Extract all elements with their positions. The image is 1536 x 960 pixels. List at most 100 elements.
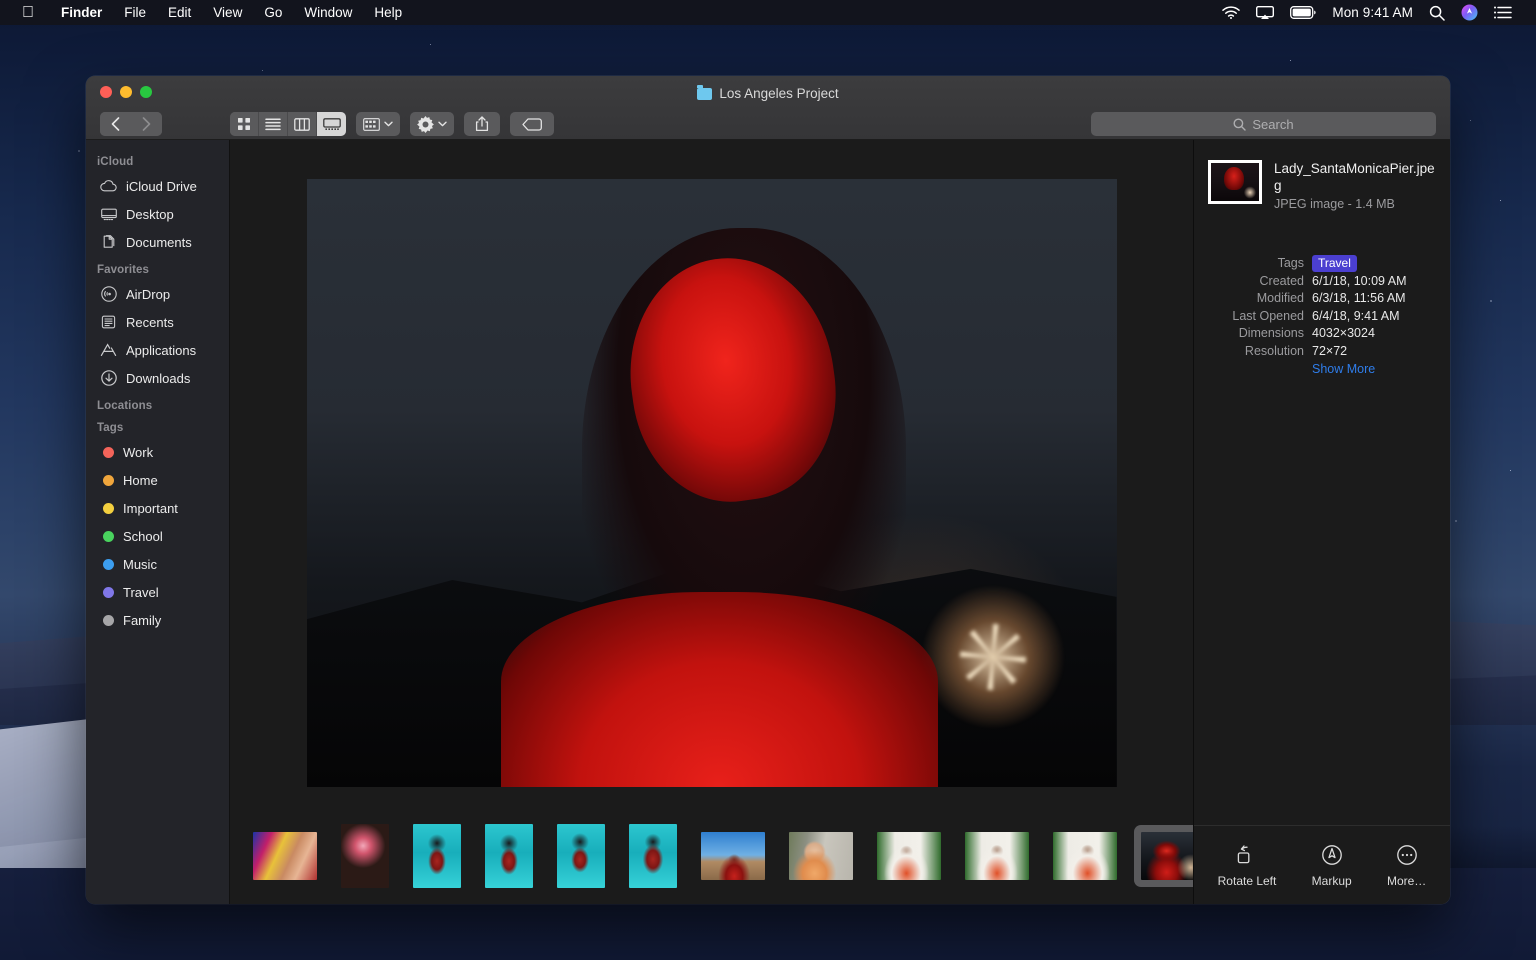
- gallery-view-button[interactable]: [317, 112, 346, 136]
- sidebar-item-documents[interactable]: Documents: [86, 228, 229, 256]
- sidebar-item-airdrop[interactable]: AirDrop: [86, 280, 229, 308]
- column-view-button[interactable]: [288, 112, 317, 136]
- menu-item-edit[interactable]: Edit: [157, 0, 202, 25]
- menu-item-go[interactable]: Go: [253, 0, 293, 25]
- share-button[interactable]: [464, 112, 500, 136]
- thumbnail-12[interactable]: [1141, 832, 1193, 880]
- navigation-buttons: [100, 112, 162, 136]
- rotate-left-icon: [1235, 843, 1259, 867]
- sidebar[interactable]: iCloud iCloud Drive Desktop: [86, 140, 230, 904]
- thumbnail-8[interactable]: [789, 832, 853, 880]
- group-icon: [363, 118, 380, 131]
- filmstrip-thumbnail[interactable]: [246, 825, 324, 887]
- sidebar-item-applications[interactable]: Applications: [86, 336, 229, 364]
- filmstrip-thumbnail[interactable]: [406, 817, 468, 895]
- show-more-link[interactable]: Show More: [1312, 360, 1436, 378]
- sidebar-item-icloud-drive[interactable]: iCloud Drive: [86, 172, 229, 200]
- thumbnail-4[interactable]: [485, 824, 533, 888]
- thumbnail-11[interactable]: [1053, 832, 1117, 880]
- sidebar-label: Desktop: [126, 207, 174, 222]
- search-field[interactable]: Search: [1091, 112, 1436, 136]
- filmstrip-thumbnail[interactable]: [958, 825, 1036, 887]
- thumbnail-1[interactable]: [253, 832, 317, 880]
- spotlight-search-icon[interactable]: [1429, 5, 1445, 21]
- icon-view-button[interactable]: [230, 112, 259, 136]
- sidebar-label: Family: [123, 613, 161, 628]
- downloads-icon: [100, 370, 117, 387]
- filmstrip-thumbnail[interactable]: [334, 817, 396, 895]
- sidebar-tag-travel[interactable]: Travel: [86, 578, 229, 606]
- thumbnail-9[interactable]: [877, 832, 941, 880]
- siri-icon[interactable]: [1461, 4, 1478, 21]
- battery-icon[interactable]: [1290, 6, 1316, 19]
- sidebar-tag-home[interactable]: Home: [86, 466, 229, 494]
- list-view-button[interactable]: [259, 112, 288, 136]
- action-menu-button[interactable]: [410, 112, 454, 136]
- preview-image-flower-light: [918, 582, 1068, 732]
- sidebar-tag-school[interactable]: School: [86, 522, 229, 550]
- airplay-icon[interactable]: [1256, 6, 1274, 20]
- markup-icon: [1320, 843, 1344, 867]
- sidebar-label: Home: [123, 473, 158, 488]
- metadata-label-modified: Modified: [1208, 290, 1304, 308]
- sidebar-label: iCloud Drive: [126, 179, 197, 194]
- menu-item-window[interactable]: Window: [293, 0, 363, 25]
- apple-logo-icon[interactable]: : [22, 5, 34, 21]
- thumbnail-6[interactable]: [629, 824, 677, 888]
- toolbar: Search: [86, 108, 1450, 140]
- back-button[interactable]: [100, 112, 131, 136]
- gallery-preview-column: [230, 140, 1193, 904]
- window-body: iCloud iCloud Drive Desktop: [86, 140, 1450, 904]
- markup-button[interactable]: Markup: [1312, 843, 1352, 888]
- filmstrip[interactable]: [230, 808, 1193, 904]
- tag-icon: [522, 118, 542, 131]
- rotate-left-button[interactable]: Rotate Left: [1218, 843, 1277, 888]
- more-button[interactable]: More…: [1387, 843, 1426, 888]
- preview-image[interactable]: [307, 179, 1117, 787]
- metadata-label-created: Created: [1208, 273, 1304, 291]
- window-title-text: Los Angeles Project: [719, 86, 838, 101]
- sidebar-item-recents[interactable]: Recents: [86, 308, 229, 336]
- more-icon: [1395, 843, 1419, 867]
- sidebar-tag-music[interactable]: Music: [86, 550, 229, 578]
- sidebar-heading-tags: Tags: [86, 416, 229, 438]
- filmstrip-thumbnail[interactable]: [870, 825, 948, 887]
- thumbnail-7[interactable]: [701, 832, 765, 880]
- sidebar-item-downloads[interactable]: Downloads: [86, 364, 229, 392]
- gear-icon: [417, 116, 434, 133]
- filmstrip-thumbnail[interactable]: [550, 817, 612, 895]
- thumbnail-3[interactable]: [413, 824, 461, 888]
- sidebar-item-desktop[interactable]: Desktop: [86, 200, 229, 228]
- filmstrip-thumbnail[interactable]: [782, 825, 860, 887]
- forward-button[interactable]: [131, 112, 162, 136]
- sidebar-tag-family[interactable]: Family: [86, 606, 229, 634]
- recents-icon: [100, 314, 117, 331]
- sidebar-tag-work[interactable]: Work: [86, 438, 229, 466]
- control-center-list-icon[interactable]: [1494, 6, 1512, 19]
- tag-badge-travel[interactable]: Travel: [1312, 255, 1357, 272]
- tag-color-dot: [103, 559, 114, 570]
- tags-button[interactable]: [510, 112, 554, 136]
- filmstrip-thumbnail[interactable]: [478, 817, 540, 895]
- menu-item-finder[interactable]: Finder: [50, 0, 113, 25]
- thumbnail-2[interactable]: [341, 824, 389, 888]
- thumbnail-5[interactable]: [557, 824, 605, 888]
- filmstrip-thumbnail-selected[interactable]: [1134, 825, 1193, 887]
- star: [1470, 120, 1471, 121]
- filmstrip-thumbnail[interactable]: [694, 825, 772, 887]
- group-by-button[interactable]: [356, 112, 400, 136]
- filmstrip-thumbnail[interactable]: [1046, 825, 1124, 887]
- sidebar-tag-important[interactable]: Important: [86, 494, 229, 522]
- menu-item-file[interactable]: File: [113, 0, 157, 25]
- filmstrip-thumbnail[interactable]: [622, 817, 684, 895]
- tag-color-dot: [103, 531, 114, 542]
- menu-item-view[interactable]: View: [202, 0, 253, 25]
- metadata-value-tags: Travel: [1312, 255, 1436, 273]
- menu-bar-clock[interactable]: Mon 9:41 AM: [1332, 5, 1413, 20]
- thumbnail-10[interactable]: [965, 832, 1029, 880]
- tag-color-dot: [103, 475, 114, 486]
- menu-item-help[interactable]: Help: [363, 0, 413, 25]
- finder-window: Los Angeles Project: [86, 76, 1450, 904]
- menu-bar-status-area: Mon 9:41 AM: [1222, 4, 1526, 21]
- wifi-icon[interactable]: [1222, 6, 1240, 19]
